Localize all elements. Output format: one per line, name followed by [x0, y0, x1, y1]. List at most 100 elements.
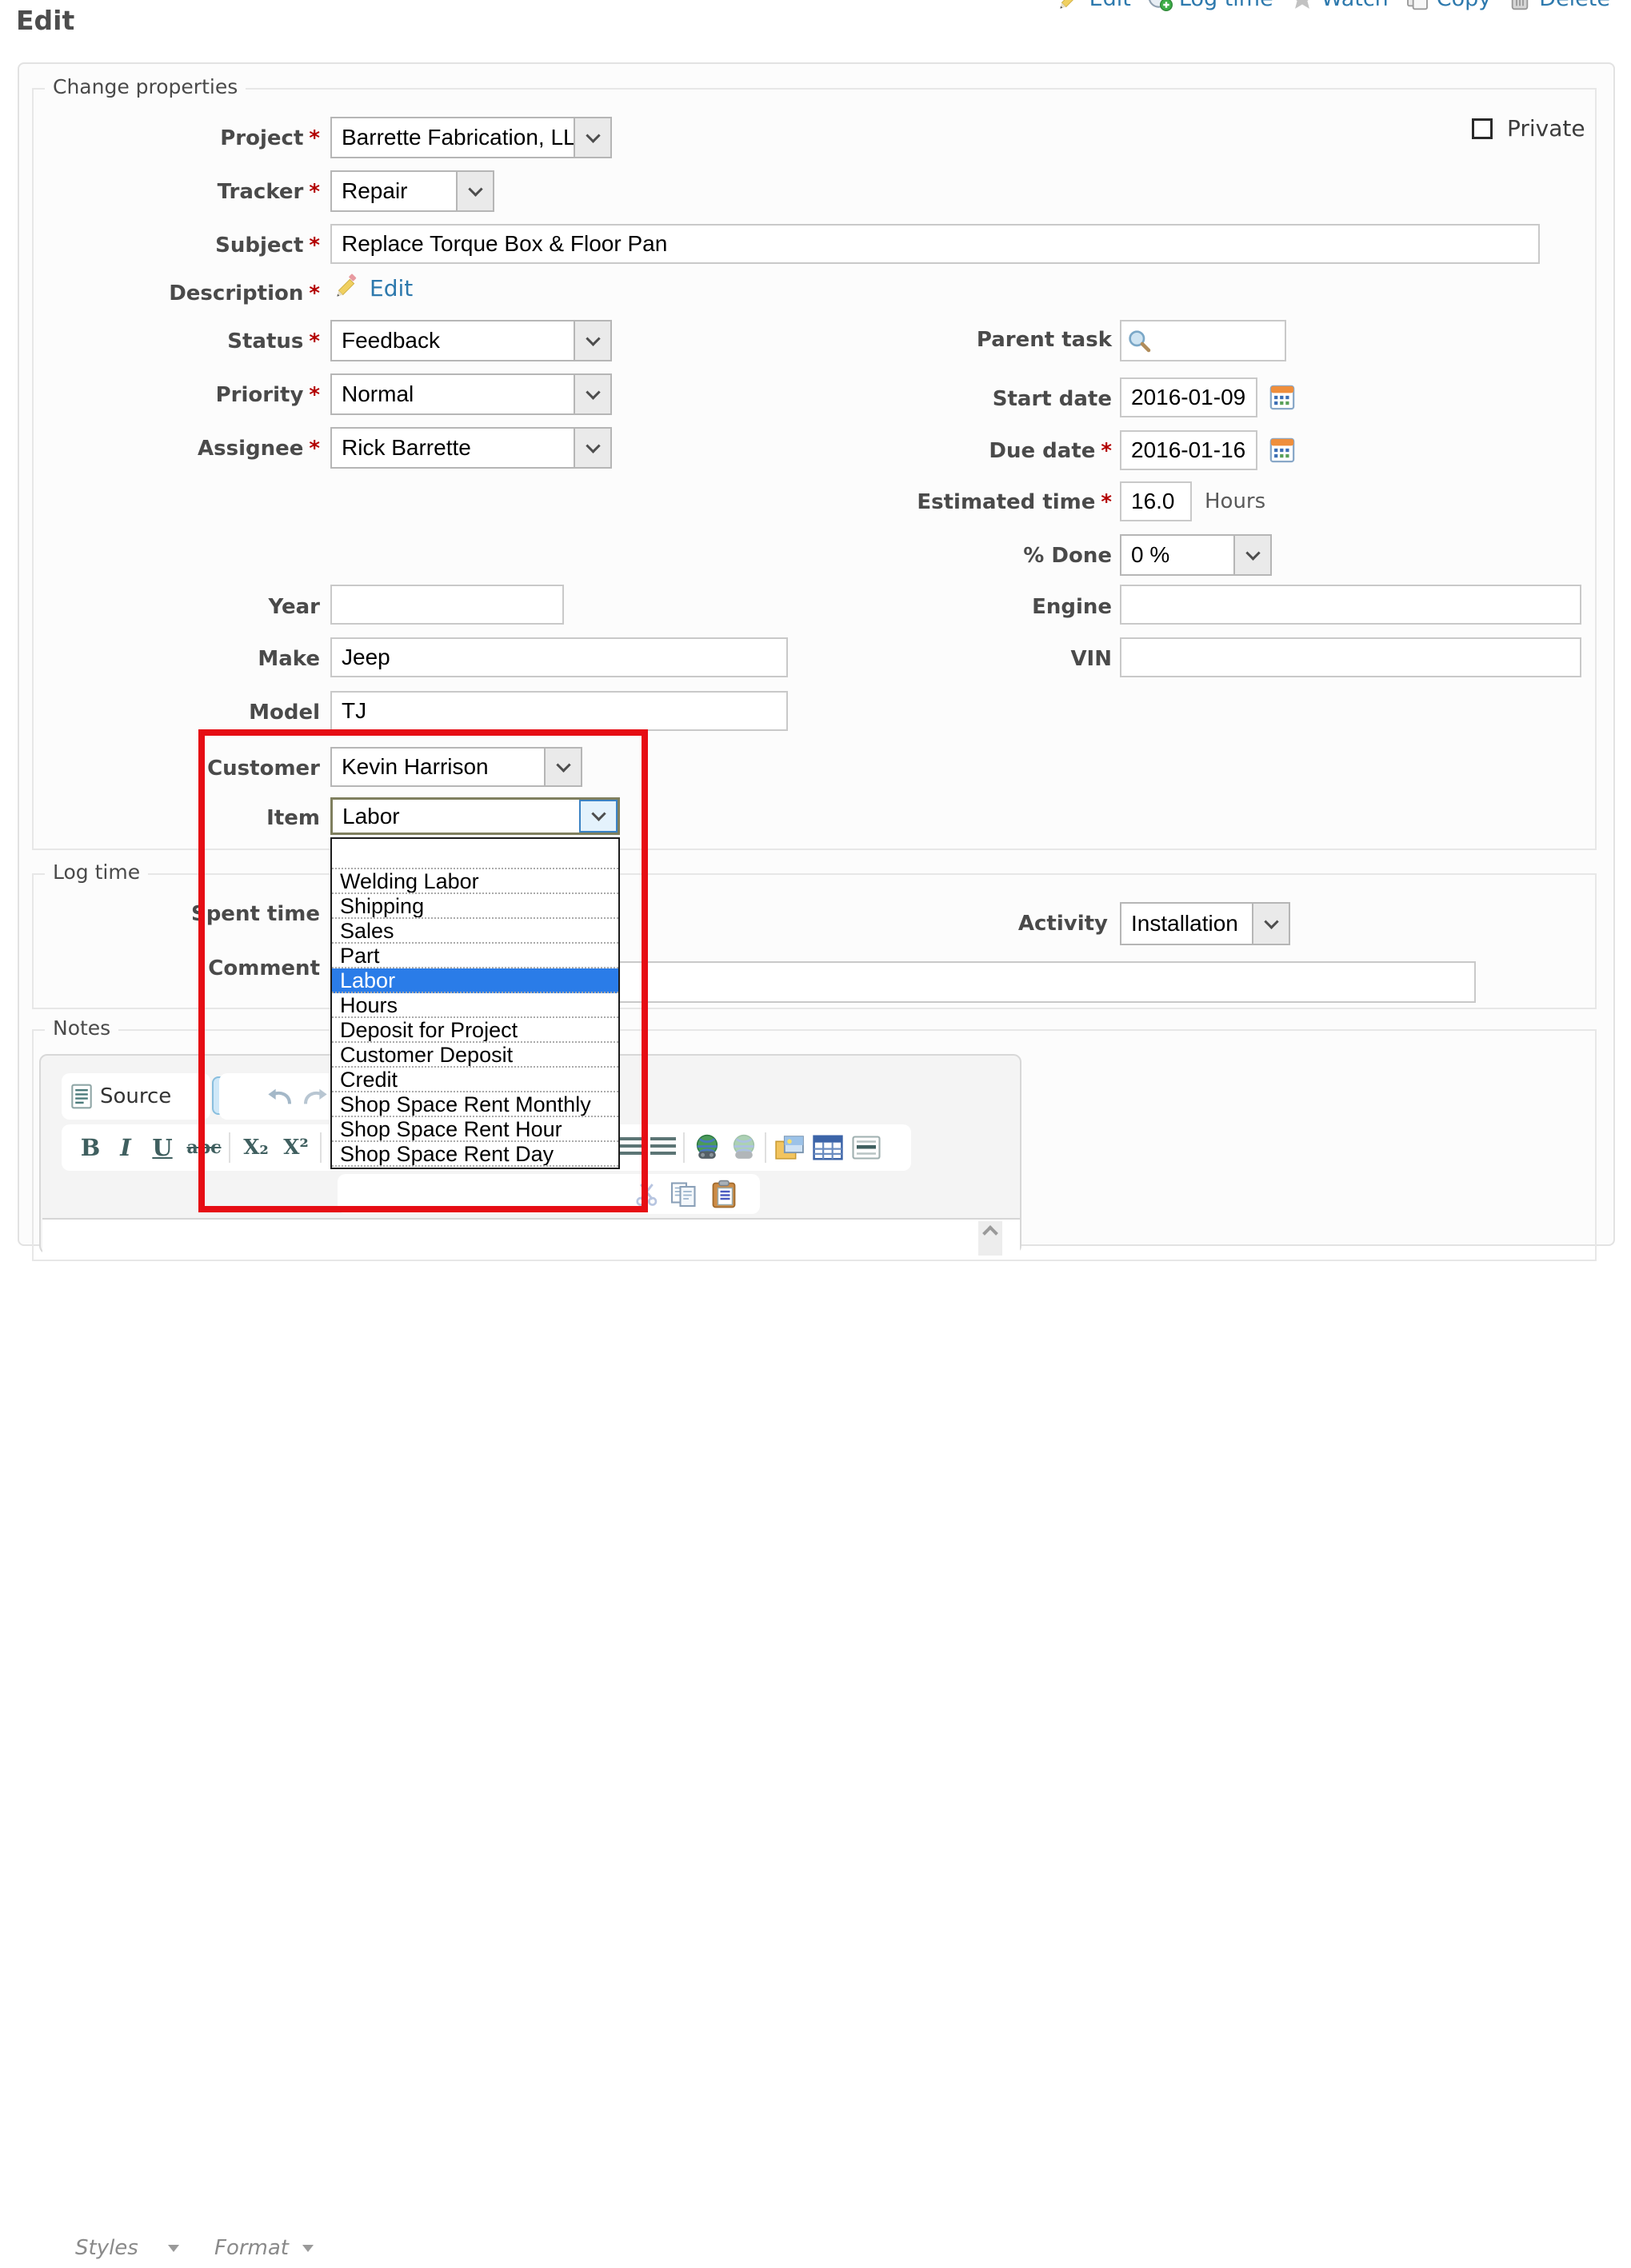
vin-input[interactable]	[1120, 637, 1581, 677]
estimated-time-input[interactable]	[1120, 481, 1192, 521]
customer-select[interactable]: Kevin Harrison	[330, 747, 582, 787]
horizontal-rule-icon[interactable]	[848, 1124, 885, 1171]
pencil-icon	[334, 274, 360, 299]
chevron-down-icon[interactable]	[1252, 904, 1289, 944]
dropdown-option[interactable]: Part	[332, 944, 618, 968]
source-doc-icon	[71, 1084, 92, 1109]
model-input[interactable]	[330, 691, 788, 731]
change-properties-legend: Change properties	[45, 75, 246, 98]
image-icon[interactable]	[771, 1124, 808, 1171]
dropdown-option[interactable]: Deposit for Project	[332, 1018, 618, 1043]
comment-label: Comment	[208, 956, 320, 980]
item-select[interactable]: Labor	[330, 797, 620, 835]
link-icon[interactable]	[690, 1124, 725, 1171]
dropdown-option[interactable]: Welding Labor	[332, 869, 618, 894]
align-right-icon[interactable]	[618, 1124, 648, 1171]
private-checkbox[interactable]	[1472, 118, 1493, 139]
estimated-time-label: Estimated time*	[917, 490, 1112, 514]
start-date-label: Start date	[993, 387, 1112, 411]
underline-icon[interactable]: U	[146, 1124, 179, 1171]
strikethrough-icon[interactable]: abc	[182, 1124, 226, 1171]
priority-select[interactable]: Normal	[330, 373, 612, 415]
customer-label: Customer	[207, 757, 320, 781]
toolbar-group-source: Source	[62, 1073, 210, 1120]
format-dropdown[interactable]: Format	[202, 2228, 325, 2268]
dropdown-option[interactable]: Shop Space Rent Monthly	[332, 1092, 618, 1117]
paste-icon[interactable]	[706, 1174, 742, 1214]
due-date-label: Due date*	[989, 439, 1112, 463]
unlink-icon[interactable]	[726, 1124, 762, 1171]
dropdown-option[interactable]: Hours	[332, 993, 618, 1018]
cut-icon[interactable]	[630, 1174, 664, 1214]
assignee-select[interactable]: Rick Barrette	[330, 427, 612, 469]
subscript-icon[interactable]: X₂	[235, 1124, 277, 1171]
star-icon	[1289, 0, 1315, 11]
log-time-legend: Log time	[45, 860, 148, 884]
make-input[interactable]	[330, 637, 788, 677]
vin-label: VIN	[1070, 647, 1112, 671]
superscript-icon[interactable]: X²	[275, 1124, 317, 1171]
start-date-input[interactable]	[1120, 377, 1257, 417]
chevron-down-icon[interactable]	[579, 800, 618, 833]
contextual-actions: Edit Log time Watch Copy Delete	[1057, 0, 1610, 16]
description-edit-link[interactable]: Edit	[370, 275, 413, 301]
dropdown-option[interactable]: Shop Space Rent Hour	[332, 1117, 618, 1142]
calendar-icon[interactable]	[1269, 437, 1296, 464]
dropdown-option[interactable]: Sales	[332, 919, 618, 944]
chevron-down-icon[interactable]	[1233, 536, 1270, 574]
caret-down-icon	[168, 2245, 179, 2252]
item-label: Item	[266, 806, 320, 830]
model-label: Model	[249, 701, 320, 725]
italic-icon[interactable]: I	[110, 1124, 141, 1171]
trash-icon	[1507, 0, 1533, 11]
undo-icon[interactable]	[264, 1073, 296, 1120]
copy-action[interactable]: Copy	[1405, 0, 1492, 11]
notes-content-area[interactable]	[42, 1218, 1020, 1254]
delete-action[interactable]: Delete	[1507, 0, 1610, 11]
done-ratio-select[interactable]: 0 %	[1120, 534, 1272, 576]
year-input[interactable]	[330, 585, 564, 625]
tracker-select[interactable]: Repair	[330, 170, 494, 212]
issue-edit-page: Edit Log time Watch Copy Delete Edit Cha…	[0, 0, 1631, 1234]
log-time-action[interactable]: Log time	[1147, 0, 1273, 11]
dropdown-option[interactable]: Shipping	[332, 894, 618, 919]
dropdown-option-empty[interactable]	[332, 839, 618, 869]
editor-scrollbar[interactable]	[978, 1221, 1002, 1256]
page-title: Edit	[16, 5, 74, 36]
search-icon	[1126, 328, 1152, 353]
due-date-input[interactable]	[1120, 430, 1257, 470]
dropdown-option-selected[interactable]: Labor	[332, 968, 618, 993]
project-select[interactable]: Barrette Fabrication, LLC	[330, 117, 612, 158]
status-select[interactable]: Feedback	[330, 320, 612, 361]
bold-icon[interactable]: B	[74, 1124, 107, 1171]
dropdown-option[interactable]: Shop Space Rent Day	[332, 1142, 618, 1167]
year-label: Year	[269, 595, 320, 619]
private-label: Private	[1507, 115, 1585, 142]
status-label: Status*	[227, 329, 320, 353]
copy-icon[interactable]	[666, 1174, 702, 1214]
dropdown-option[interactable]: Credit	[332, 1068, 618, 1092]
calendar-icon[interactable]	[1269, 384, 1296, 411]
parent-task-label: Parent task	[977, 328, 1112, 352]
justify-icon[interactable]	[648, 1124, 678, 1171]
copy-icon	[1405, 0, 1430, 11]
chevron-down-icon[interactable]	[574, 375, 610, 413]
notes-legend: Notes	[45, 1016, 118, 1040]
redo-icon[interactable]	[299, 1073, 331, 1120]
engine-input[interactable]	[1120, 585, 1581, 625]
chevron-down-icon[interactable]	[574, 321, 610, 360]
source-button[interactable]: Source	[71, 1073, 171, 1120]
watch-action[interactable]: Watch	[1289, 0, 1389, 11]
table-icon[interactable]	[810, 1124, 846, 1171]
chevron-down-icon[interactable]	[544, 749, 581, 785]
chevron-down-icon[interactable]	[456, 172, 493, 210]
chevron-down-icon[interactable]	[574, 118, 610, 157]
activity-select[interactable]: Installation	[1120, 902, 1290, 945]
activity-label: Activity	[1018, 912, 1108, 936]
chevron-down-icon[interactable]	[574, 429, 610, 467]
styles-dropdown[interactable]: Styles	[62, 2228, 190, 2268]
dropdown-option[interactable]: Customer Deposit	[332, 1043, 618, 1068]
edit-action[interactable]: Edit	[1057, 0, 1131, 11]
scroll-up-icon[interactable]	[982, 1225, 998, 1241]
subject-input[interactable]	[330, 224, 1540, 264]
